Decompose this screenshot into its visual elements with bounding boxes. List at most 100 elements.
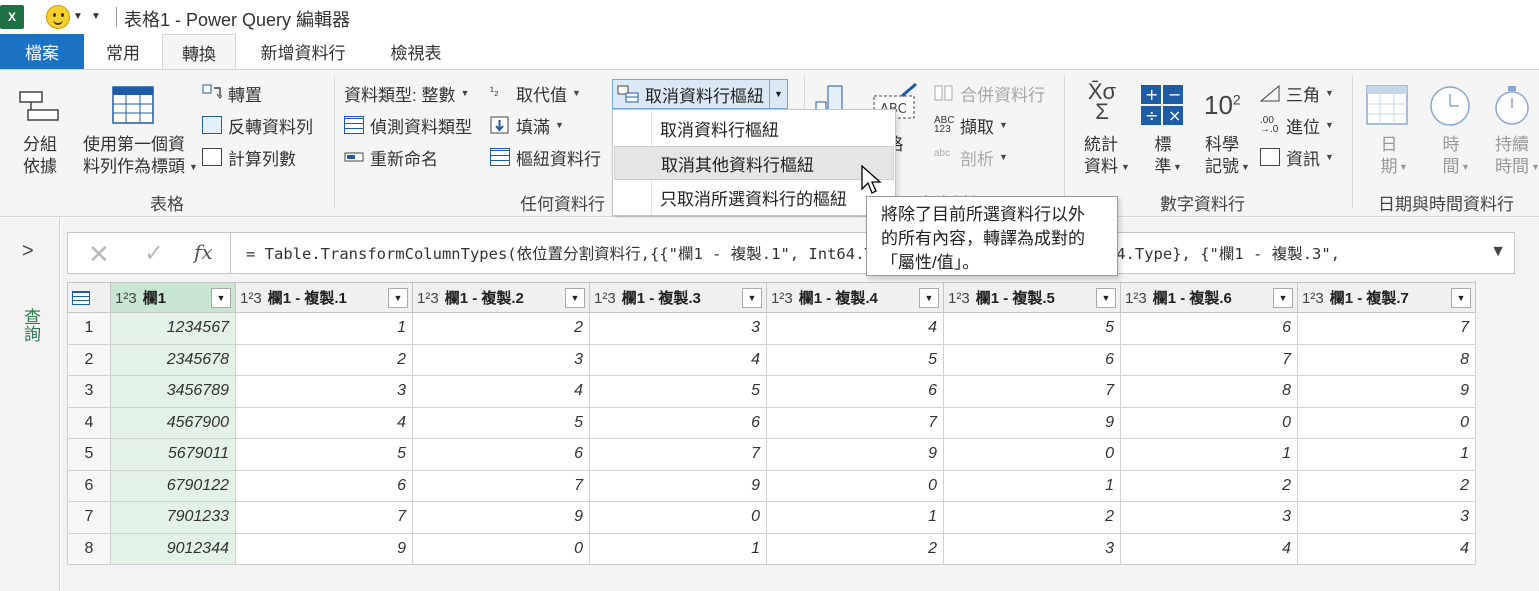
parse-button[interactable]: abc 剖析 ▼ (934, 144, 1008, 170)
table-cell[interactable]: 2 (1297, 469, 1476, 502)
table-cell[interactable]: 7901233 (110, 501, 236, 534)
table-cell[interactable]: 2 (943, 501, 1121, 534)
table-cell[interactable]: 4 (589, 343, 767, 376)
filter-dropdown-icon[interactable]: ▼ (919, 288, 939, 308)
table-cell[interactable]: 0 (766, 469, 944, 502)
filter-dropdown-icon[interactable]: ▼ (211, 288, 231, 308)
filter-dropdown-icon[interactable]: ▼ (1273, 288, 1293, 308)
table-cell[interactable]: 9 (412, 501, 590, 534)
table-cell[interactable]: 2 (235, 343, 413, 376)
chevron-down-icon[interactable]: ▼ (189, 162, 198, 172)
table-cell[interactable]: 4 (766, 312, 944, 345)
table-cell[interactable]: 0 (1297, 406, 1476, 439)
table-cell[interactable]: 6 (766, 375, 944, 408)
extract-button[interactable]: ABC 123 擷取 ▼ (934, 112, 1008, 138)
replace-values-button[interactable]: ¹₂ 取代值 ▼ (490, 80, 581, 106)
whole-number-type-icon[interactable]: 1²3 (1302, 290, 1324, 307)
table-cell[interactable]: 3 (1120, 501, 1298, 534)
table-cell[interactable]: 9 (943, 406, 1121, 439)
chevron-down-icon[interactable]: ▼ (73, 11, 83, 22)
row-number[interactable]: 4 (67, 406, 111, 439)
table-cell[interactable]: 3 (589, 312, 767, 345)
table-cell[interactable]: 9012344 (110, 532, 236, 565)
tab-transform[interactable]: 轉換 (162, 34, 236, 70)
whole-number-type-icon[interactable]: 1²3 (1125, 290, 1147, 307)
tab-file[interactable]: 檔案 (0, 34, 84, 69)
tab-view[interactable]: 檢視表 (370, 34, 462, 69)
count-rows-button[interactable]: 計算列數 (202, 144, 296, 170)
table-menu-button[interactable] (67, 282, 111, 313)
information-button[interactable]: 資訊 ▼ (1260, 144, 1334, 170)
fx-icon[interactable]: fx (194, 240, 213, 264)
menu-item-unpivot-columns[interactable]: 取消資料行樞紐 (614, 111, 894, 145)
table-cell[interactable]: 0 (1120, 406, 1298, 439)
chevron-down-icon[interactable]: ▼ (769, 80, 787, 108)
whole-number-type-icon[interactable]: 1²3 (594, 290, 616, 307)
table-cell[interactable]: 8 (1297, 343, 1476, 376)
pivot-column-button[interactable]: 樞紐資料行 (490, 144, 601, 170)
row-number[interactable]: 6 (67, 469, 111, 502)
expand-queries-chevron-icon[interactable]: > (22, 240, 34, 263)
whole-number-type-icon[interactable]: 1²3 (115, 290, 137, 307)
row-number[interactable]: 5 (67, 438, 111, 471)
table-cell[interactable]: 9 (1297, 375, 1476, 408)
use-first-row-as-headers-button[interactable]: 使用第一個資 料列作為標頭 (72, 134, 196, 178)
merge-columns-button[interactable]: 合併資料行 (934, 80, 1045, 106)
row-number[interactable]: 1 (67, 312, 111, 345)
table-cell[interactable]: 3456789 (110, 375, 236, 408)
table-cell[interactable]: 7 (766, 406, 944, 439)
fill-button[interactable]: 填滿 ▼ (490, 112, 564, 138)
chevron-down-icon[interactable]: ▼ (1241, 162, 1250, 172)
row-number[interactable]: 7 (67, 501, 111, 534)
table-cell[interactable]: 4 (1120, 532, 1298, 565)
table-cell[interactable]: 5 (235, 438, 413, 471)
table-cell[interactable]: 1 (235, 312, 413, 345)
menu-item-unpivot-only-selected[interactable]: 只取消所選資料行的樞紐 (614, 180, 894, 214)
table-cell[interactable]: 1 (1120, 438, 1298, 471)
statistics-button[interactable]: 統計 資料 (1074, 134, 1128, 178)
table-cell[interactable]: 5 (412, 406, 590, 439)
table-cell[interactable]: 1 (943, 469, 1121, 502)
table-cell[interactable]: 6 (1120, 312, 1298, 345)
filter-dropdown-icon[interactable]: ▼ (742, 288, 762, 308)
table-cell[interactable]: 0 (589, 501, 767, 534)
table-cell[interactable]: 7 (1297, 312, 1476, 345)
unpivot-columns-split-button[interactable]: 取消資料行樞紐 ▼ (612, 79, 788, 109)
chevron-down-icon[interactable]: ▼ (1173, 162, 1182, 172)
table-cell[interactable]: 3 (412, 343, 590, 376)
table-cell[interactable]: 1234567 (110, 312, 236, 345)
transpose-button[interactable]: 轉置 (202, 80, 262, 106)
row-number[interactable]: 3 (67, 375, 111, 408)
duration-button[interactable]: 持續 時間 (1488, 134, 1536, 178)
table-cell[interactable]: 7 (589, 438, 767, 471)
table-cell[interactable]: 3 (943, 532, 1121, 565)
table-cell[interactable]: 2 (412, 312, 590, 345)
column-header[interactable]: 1²3 欄1 ▼ (110, 282, 236, 313)
group-by-button[interactable]: 分組 依據 (16, 134, 64, 178)
table-cell[interactable]: 4 (1297, 532, 1476, 565)
table-cell[interactable]: 5 (766, 343, 944, 376)
table-cell[interactable]: 7 (1120, 343, 1298, 376)
whole-number-type-icon[interactable]: 1²3 (948, 290, 970, 307)
table-cell[interactable]: 5 (943, 312, 1121, 345)
table-cell[interactable]: 7 (943, 375, 1121, 408)
table-cell[interactable]: 9 (235, 532, 413, 565)
reverse-rows-button[interactable]: 反轉資料列 (202, 112, 313, 138)
table-cell[interactable]: 4567900 (110, 406, 236, 439)
smiley-feedback-icon[interactable] (46, 5, 70, 29)
column-header[interactable]: 1²3 欄1 - 複製.6 ▼ (1120, 282, 1298, 313)
table-cell[interactable]: 7 (235, 501, 413, 534)
tab-add-column[interactable]: 新增資料行 (236, 34, 370, 69)
table-cell[interactable]: 6 (589, 406, 767, 439)
filter-dropdown-icon[interactable]: ▼ (565, 288, 585, 308)
scientific-button[interactable]: 科學 記號 (1198, 134, 1246, 178)
whole-number-type-icon[interactable]: 1²3 (240, 290, 262, 307)
tab-home[interactable]: 常用 (84, 34, 162, 69)
rounding-button[interactable]: .00 →.0 進位 ▼ (1260, 112, 1334, 138)
whole-number-type-icon[interactable]: 1²3 (771, 290, 793, 307)
rename-button[interactable]: 重新命名 (344, 144, 438, 170)
table-cell[interactable]: 5679011 (110, 438, 236, 471)
table-cell[interactable]: 4 (412, 375, 590, 408)
column-header[interactable]: 1²3 欄1 - 複製.2 ▼ (412, 282, 590, 313)
table-cell[interactable]: 1 (1297, 438, 1476, 471)
